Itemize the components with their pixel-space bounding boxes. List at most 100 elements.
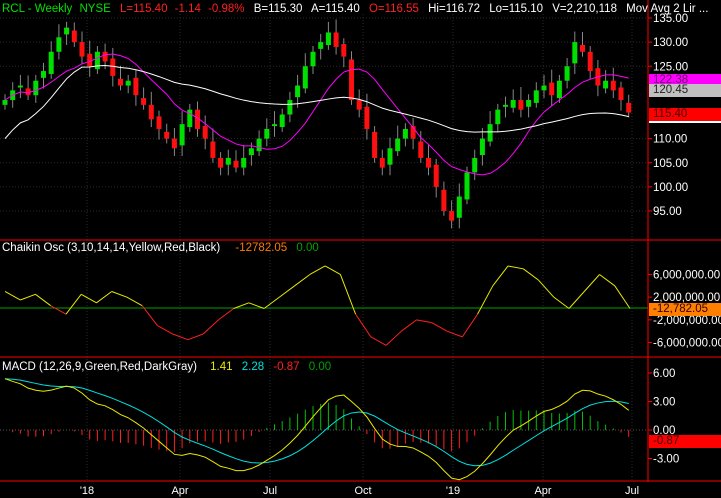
candle bbox=[549, 82, 555, 96]
candle bbox=[503, 104, 508, 107]
chaikin-segment bbox=[522, 268, 539, 281]
macd-axis-label: 6.00 bbox=[653, 368, 675, 380]
candle bbox=[41, 71, 46, 78]
chaikin-segment bbox=[202, 319, 219, 335]
candle bbox=[518, 100, 524, 110]
change: -1.14 bbox=[174, 3, 201, 15]
chaikin-segment bbox=[538, 279, 555, 298]
candle bbox=[133, 77, 139, 96]
chaikin-segment bbox=[187, 333, 204, 341]
chaikin-segment bbox=[477, 285, 494, 315]
chaikin-segment bbox=[263, 296, 280, 309]
change-pct: -0.98% bbox=[208, 3, 245, 15]
macd-header: MACD (12,26,9,Green,Red,DarkGray) 1.41 2… bbox=[2, 361, 337, 373]
chaikin-segment bbox=[126, 296, 143, 307]
ma-slow-tag: 120.45 bbox=[649, 84, 721, 97]
candle bbox=[587, 51, 593, 72]
chaikin-segment bbox=[507, 265, 524, 270]
x-axis-label: Oct bbox=[354, 485, 371, 497]
candle bbox=[387, 148, 393, 165]
chaikin-segment bbox=[446, 330, 463, 338]
chaikin-segment bbox=[279, 285, 295, 298]
macd-label: MACD (12,26,9,Green,Red,DarkGray) bbox=[2, 361, 197, 373]
chaikin-segment bbox=[141, 305, 158, 326]
candle bbox=[372, 131, 378, 158]
chaikin-segment bbox=[50, 305, 67, 315]
candle bbox=[264, 128, 270, 139]
high: Hi=116.72 bbox=[428, 3, 481, 15]
candle bbox=[48, 51, 54, 74]
candle bbox=[164, 131, 170, 139]
last-price: L=115.40 bbox=[120, 3, 168, 15]
chaikin-axis-label: -6,000,000.00 bbox=[653, 338, 721, 350]
volume: V=2,210,118 bbox=[552, 3, 617, 15]
macd-hist: -0.87 bbox=[273, 361, 300, 373]
chaikin-segment bbox=[553, 296, 570, 309]
chaikin-segment bbox=[416, 319, 432, 324]
candle bbox=[626, 102, 632, 113]
candle bbox=[433, 164, 439, 187]
macd-signal: 2.28 bbox=[241, 361, 265, 373]
chaikin-segment bbox=[65, 294, 82, 315]
candle bbox=[110, 58, 116, 76]
candle bbox=[141, 98, 147, 105]
ask: A=115.40 bbox=[311, 3, 360, 15]
x-axis-label: Jul bbox=[625, 485, 639, 497]
candle bbox=[156, 116, 162, 129]
candle bbox=[479, 138, 485, 156]
candle bbox=[572, 42, 578, 64]
candle bbox=[487, 124, 493, 142]
chaikin-segment bbox=[80, 293, 97, 304]
chaikin-value: -12782.05 bbox=[235, 242, 288, 254]
candle bbox=[225, 157, 231, 165]
macd-tag: -0.87 bbox=[649, 435, 721, 448]
candle bbox=[256, 138, 262, 152]
chaikin-axis-label: -2,000,000.00 bbox=[653, 315, 721, 327]
chaikin-segment bbox=[568, 291, 585, 309]
price-header: RCL - Weekly NYSE L=115.40 -1.14 -0.98% … bbox=[2, 3, 714, 15]
chaikin-header: Chaikin Osc (3,10,14,14,Yellow,Red,Black… bbox=[2, 242, 325, 254]
chaikin-segment bbox=[614, 285, 631, 309]
chaikin-segment bbox=[157, 325, 173, 335]
candle bbox=[449, 211, 455, 221]
candle bbox=[125, 80, 131, 86]
candle bbox=[472, 157, 478, 173]
candle bbox=[202, 126, 208, 139]
candle bbox=[218, 157, 224, 168]
candle bbox=[495, 109, 501, 125]
macd-value: 1.41 bbox=[210, 361, 233, 373]
chaikin-zero: 0.00 bbox=[296, 242, 319, 254]
price-axis-label: 125.00 bbox=[653, 61, 688, 73]
chaikin-label: Chaikin Osc (3,10,14,14,Yellow,Red,Black… bbox=[2, 242, 221, 254]
last-price-tag: 115.40 bbox=[649, 108, 721, 123]
candle bbox=[441, 189, 447, 211]
x-axis-label: Jul bbox=[263, 485, 277, 497]
candle bbox=[241, 157, 247, 168]
candle bbox=[510, 100, 516, 108]
chaikin-segment bbox=[111, 291, 128, 298]
candle bbox=[310, 51, 316, 67]
candle bbox=[233, 160, 239, 168]
x-axis-label: Apr bbox=[534, 485, 551, 497]
macd-axis-label: -3.00 bbox=[653, 454, 679, 466]
candle bbox=[325, 32, 331, 46]
low: Lo=115.10 bbox=[489, 3, 544, 15]
chaikin-segment bbox=[35, 293, 52, 307]
candle bbox=[379, 157, 385, 168]
chaikin-segment bbox=[401, 319, 417, 332]
price-axis-label: 130.00 bbox=[653, 37, 688, 49]
candle bbox=[56, 37, 62, 52]
candle bbox=[533, 90, 539, 103]
candle bbox=[426, 157, 431, 168]
candle bbox=[395, 138, 401, 152]
candle bbox=[526, 100, 532, 107]
candle bbox=[402, 128, 408, 139]
ma-label: Mov Avg 2 Lir ... bbox=[626, 3, 709, 15]
x-axis-label: '18 bbox=[80, 485, 94, 497]
open: O=116.55 bbox=[368, 3, 419, 15]
candle bbox=[33, 80, 39, 96]
macd-axis-label: 3.00 bbox=[653, 397, 675, 409]
candle bbox=[64, 27, 70, 35]
chaikin-segment bbox=[385, 330, 402, 346]
chaikin-segment bbox=[370, 336, 387, 346]
